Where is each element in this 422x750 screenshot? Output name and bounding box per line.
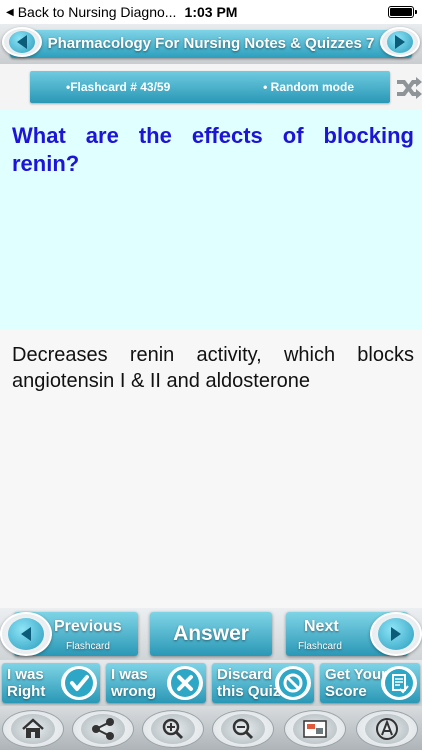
back-to-app-link[interactable]: ◀ Back to Nursing Diagno... [0, 4, 190, 20]
i-was-wrong-button[interactable]: I was wrong [106, 663, 206, 703]
zoom-out-button[interactable] [212, 710, 274, 748]
arrow-right-icon [395, 35, 405, 49]
question-panel: What are the effects of blocking renin? [0, 110, 422, 330]
navigation-row: Previous Flashcard Answer Next Flashcard [0, 608, 422, 660]
flashcard-counter: •Flashcard # 43/59 [66, 80, 171, 94]
header: Pharmacology For Nursing Notes & Quizzes… [0, 24, 422, 64]
answer-panel: Decreases renin activity, which blocks a… [0, 330, 422, 608]
back-caret-icon: ◀ [6, 6, 14, 18]
zoom-out-icon [232, 718, 254, 740]
share-icon [92, 718, 114, 740]
checkmark-icon [61, 666, 97, 700]
shuffle-icon[interactable] [395, 75, 422, 101]
share-button[interactable] [72, 710, 134, 748]
background-button[interactable] [284, 710, 346, 748]
font-button[interactable] [356, 710, 418, 748]
next-label: Next [304, 618, 339, 635]
cross-icon [167, 666, 203, 700]
next-sub-label: Flashcard [298, 641, 342, 652]
discard-label-line1: Discard [217, 666, 273, 683]
answer-text: Decreases renin activity, which blocks a… [12, 344, 414, 392]
header-forward-button[interactable] [380, 27, 420, 57]
right-label-line2: Right [7, 683, 46, 700]
font-icon [376, 718, 398, 740]
wrong-label-line2: wrong [111, 683, 156, 700]
status-bar: ◀ Back to Nursing Diagno... 1:03 PM [0, 0, 422, 24]
page-title: Pharmacology For Nursing Notes & Quizzes… [47, 35, 375, 52]
right-label-line1: I was [7, 666, 44, 683]
battery-icon [388, 6, 417, 18]
zoom-in-button[interactable] [142, 710, 204, 748]
info-row: •Flashcard # 43/59 • Random mode [0, 64, 422, 110]
next-arrow-button[interactable] [370, 612, 422, 656]
mode-label: • Random mode [263, 80, 354, 94]
i-was-right-button[interactable]: I was Right [2, 663, 100, 703]
zoom-in-icon [162, 718, 184, 740]
wrong-label-line1: I was [111, 666, 148, 683]
arrow-left-icon [21, 627, 31, 641]
score-sheet-icon [381, 666, 417, 700]
question-text: What are the effects of blocking renin? [12, 123, 414, 176]
action-row: I was Right I was wrong Discard this Quiz G… [0, 660, 422, 706]
back-label: Back to Nursing Diagno... [17, 4, 177, 20]
bottom-toolbar [0, 706, 422, 750]
discard-quiz-button[interactable]: Discard this Quiz [212, 663, 314, 703]
answer-button[interactable]: Answer [150, 612, 272, 656]
previous-sub-label: Flashcard [66, 641, 110, 652]
home-button[interactable] [2, 710, 64, 748]
arrow-right-icon [391, 627, 401, 641]
previous-label: Previous [54, 618, 122, 635]
flashcard-info-bar: •Flashcard # 43/59 • Random mode [30, 71, 390, 103]
background-icon [303, 720, 327, 738]
get-score-button[interactable]: Get Your Score [320, 663, 420, 703]
arrow-left-icon [17, 35, 27, 49]
home-icon [22, 718, 44, 738]
score-label-line1: Get Your [325, 666, 387, 683]
score-label-line2: Score [325, 683, 367, 700]
prohibited-icon [275, 666, 311, 700]
discard-label-line2: this Quiz [217, 683, 281, 700]
previous-arrow-button[interactable] [0, 612, 52, 656]
